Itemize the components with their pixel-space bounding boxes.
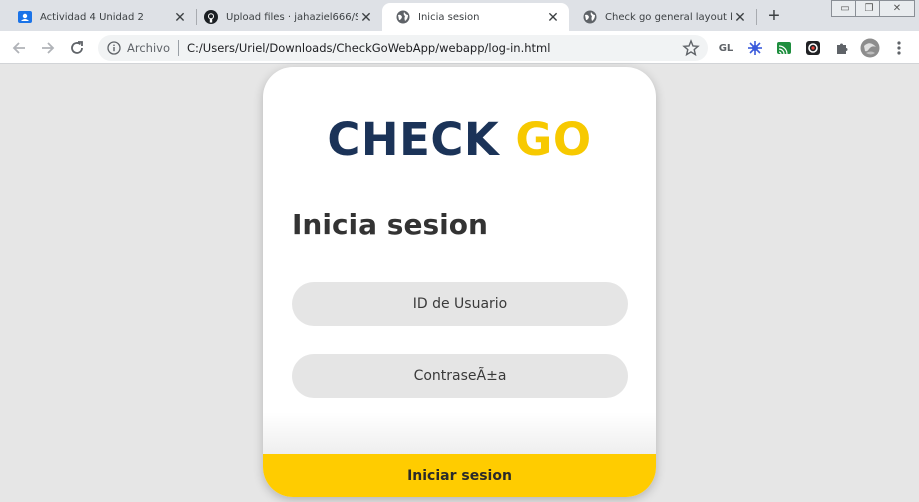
forward-button[interactable] — [36, 36, 60, 60]
back-button[interactable] — [7, 36, 31, 60]
google-classroom-icon — [18, 10, 32, 24]
reload-button[interactable] — [65, 36, 89, 60]
info-icon[interactable] — [107, 41, 121, 55]
logo-check-text: CHECK — [327, 113, 500, 166]
address-scheme-label: Archivo — [127, 41, 170, 55]
close-icon[interactable]: ✕ — [358, 9, 374, 25]
close-icon[interactable]: ✕ — [732, 9, 748, 25]
extension-gl[interactable]: GL — [716, 38, 736, 58]
window-close-button[interactable]: ✕ — [879, 0, 915, 17]
logo-go-text: GO — [515, 113, 592, 166]
avatar-icon — [860, 38, 880, 58]
new-tab-button[interactable]: + — [763, 5, 785, 27]
address-divider — [178, 40, 179, 56]
extension-record[interactable] — [803, 38, 823, 58]
user-id-placeholder: ID de Usuario — [412, 296, 508, 312]
tab-divider — [756, 9, 757, 25]
sparkle-icon — [748, 41, 762, 55]
profile-avatar[interactable] — [860, 38, 880, 58]
check-go-logo: CHECK GO — [263, 113, 656, 166]
kebab-menu-icon — [897, 41, 901, 55]
tab-check-go-layout[interactable]: Check go general layout buildi ✕ — [569, 3, 756, 31]
github-icon — [204, 10, 218, 24]
browser-toolbar: Archivo C:/Users/Uriel/Downloads/CheckGo… — [0, 31, 919, 64]
address-url[interactable]: C:/Users/Uriel/Downloads/CheckGoWebApp/w… — [187, 41, 682, 55]
reload-icon — [71, 41, 83, 54]
tab-title: Upload files · jahaziel666/Sista — [226, 11, 358, 23]
tab-actividad[interactable]: Actividad 4 Unidad 2 ✕ — [4, 3, 196, 31]
tab-strip: Actividad 4 Unidad 2 ✕ Upload files · ja… — [0, 0, 919, 31]
globe-icon — [396, 10, 410, 24]
extension-sparkle[interactable] — [745, 38, 765, 58]
menu-button[interactable] — [889, 38, 909, 58]
arrow-left-icon — [12, 42, 25, 54]
cast-icon — [777, 42, 791, 55]
tab-title: Check go general layout buildi — [605, 11, 732, 23]
login-button[interactable]: Iniciar sesion — [263, 454, 656, 497]
record-icon — [806, 41, 820, 55]
arrow-right-icon — [42, 42, 55, 54]
extensions-button[interactable] — [832, 38, 852, 58]
password-placeholder: ContraseÃ±a — [413, 368, 507, 384]
login-button-label: Iniciar sesion — [407, 467, 512, 484]
puzzle-icon — [837, 43, 848, 54]
gl-label: GL — [718, 42, 734, 54]
page-title: Inicia sesion — [292, 208, 488, 241]
login-card: CHECK GO Inicia sesion ID de Usuario Con… — [263, 67, 656, 497]
globe-icon — [583, 10, 597, 24]
tab-upload-files[interactable]: Upload files · jahaziel666/Sista ✕ — [190, 3, 382, 31]
close-icon[interactable]: ✕ — [172, 9, 188, 25]
tab-title: Inicia sesion — [418, 11, 480, 23]
tab-inicia-sesion[interactable]: Inicia sesion ✕ — [382, 3, 569, 31]
address-bar[interactable]: Archivo C:/Users/Uriel/Downloads/CheckGo… — [98, 35, 708, 61]
close-icon[interactable]: ✕ — [545, 9, 561, 25]
extension-cast[interactable] — [774, 38, 794, 58]
tab-title: Actividad 4 Unidad 2 — [40, 11, 144, 23]
page-viewport: CHECK GO Inicia sesion ID de Usuario Con… — [0, 64, 919, 502]
bookmark-star-icon[interactable] — [682, 39, 700, 57]
password-field[interactable]: ContraseÃ±a — [292, 354, 628, 398]
user-id-field[interactable]: ID de Usuario — [292, 282, 628, 326]
bottom-fade — [263, 412, 656, 454]
